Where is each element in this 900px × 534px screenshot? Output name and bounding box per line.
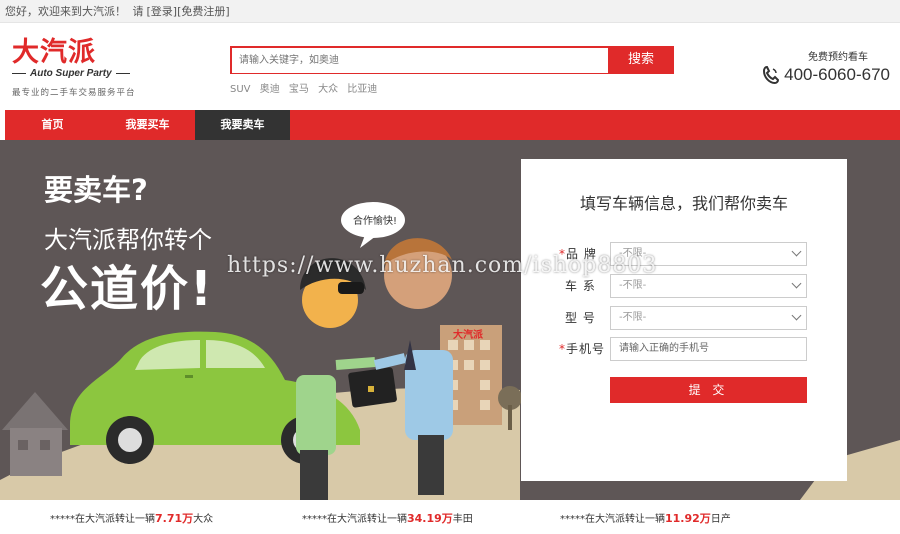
svg-text:大汽派: 大汽派 xyxy=(453,328,484,341)
chevron-down-icon xyxy=(791,310,802,321)
greeting-text: 您好，欢迎来到大汽派！ xyxy=(5,5,126,18)
hot-key-item[interactable]: 比亚迪 xyxy=(347,84,377,95)
banner-heading-1: 要卖车? xyxy=(44,173,148,207)
svg-text:合作愉快!: 合作愉快! xyxy=(353,214,397,227)
logo-dash-right xyxy=(115,73,130,74)
sales-ticker: *****在大汽派转让一辆7.71万大众 *****在大汽派转让一辆34.19万… xyxy=(0,500,900,534)
hotline: 免费预约看车 400-6060-670 xyxy=(763,48,890,85)
submit-button[interactable]: 提 交 xyxy=(610,377,807,403)
ticker-price: 34.19万 xyxy=(407,512,453,525)
hotline-number: 400-6060-670 xyxy=(784,65,890,84)
speech-bubble: 合作愉快! xyxy=(341,202,405,248)
search-box xyxy=(230,46,608,74)
ticker-item: *****在大汽派转让一辆11.92万日产 xyxy=(560,512,731,525)
please-text: 请 xyxy=(132,5,144,18)
hot-keywords: SUV 奥迪 宝马 大众 比亚迪 xyxy=(230,80,383,95)
logo-dash-left xyxy=(12,73,26,74)
hotline-number-row: 400-6060-670 xyxy=(763,65,890,85)
ticker-price: 11.92万 xyxy=(665,512,711,525)
watermark-text: https://www.huzhan.com/ishop8803 xyxy=(227,253,658,278)
ticker-item: *****在大汽派转让一辆34.19万丰田 xyxy=(302,512,473,525)
form-row-phone: *手机号 请输入正确的手机号 xyxy=(521,337,847,361)
required-mark: * xyxy=(559,342,566,356)
main-nav: 首页 我要买车 我要卖车 xyxy=(5,110,900,140)
phone-input[interactable]: 请输入正确的手机号 xyxy=(610,337,807,361)
login-link[interactable]: [登录] xyxy=(147,5,178,18)
hot-key-item[interactable]: 宝马 xyxy=(289,84,309,95)
ticker-item: *****在大汽派转让一辆7.71万大众 xyxy=(50,512,214,525)
site-header: 大汽派 Auto Super Party 最专业的二手车交易服务平台 搜索 SU… xyxy=(0,23,900,110)
nav-item-sell-car[interactable]: 我要卖车 xyxy=(195,110,290,140)
ticker-price: 7.71万 xyxy=(155,512,194,525)
hot-key-item[interactable]: 奥迪 xyxy=(260,84,280,95)
house-left xyxy=(2,392,68,476)
nav-item-buy-car[interactable]: 我要买车 xyxy=(100,110,195,140)
logo-en-label: Auto Super Party xyxy=(30,68,112,79)
logo-en-text: Auto Super Party xyxy=(12,68,136,79)
sell-car-form: 填写车辆信息，我们帮你卖车 *品 牌 -不限- 车 系 -不限- 型 号 -不限… xyxy=(521,159,847,481)
logo-slogan: 最专业的二手车交易服务平台 xyxy=(12,88,136,98)
chevron-down-icon xyxy=(791,246,802,257)
hotline-label: 免费预约看车 xyxy=(808,52,868,63)
hot-key-item[interactable]: SUV xyxy=(230,84,251,95)
form-row-model: 型 号 -不限- xyxy=(521,306,847,330)
nav-item-home[interactable]: 首页 xyxy=(5,110,100,140)
top-bar: 您好，欢迎来到大汽派！ 请 [登录][免费注册] xyxy=(0,0,900,23)
search-input[interactable] xyxy=(232,48,608,73)
form-title: 填写车辆信息，我们帮你卖车 xyxy=(579,194,788,213)
banner-heading-3: 公道价! xyxy=(40,261,214,317)
search-button[interactable]: 搜索 xyxy=(608,46,674,74)
chevron-down-icon xyxy=(791,278,802,289)
phone-icon xyxy=(763,66,780,84)
hero-banner: 大汽派 合作愉快! 要卖车? 大汽派帮你转个 公道价! 填写车辆信息，我们帮你卖… xyxy=(0,140,900,500)
register-link[interactable]: [免费注册] xyxy=(177,5,230,18)
logo-cn-text: 大汽派 xyxy=(12,37,96,68)
site-logo[interactable]: 大汽派 Auto Super Party 最专业的二手车交易服务平台 xyxy=(12,39,136,98)
model-select[interactable]: -不限- xyxy=(610,306,807,330)
hot-key-item[interactable]: 大众 xyxy=(318,84,338,95)
